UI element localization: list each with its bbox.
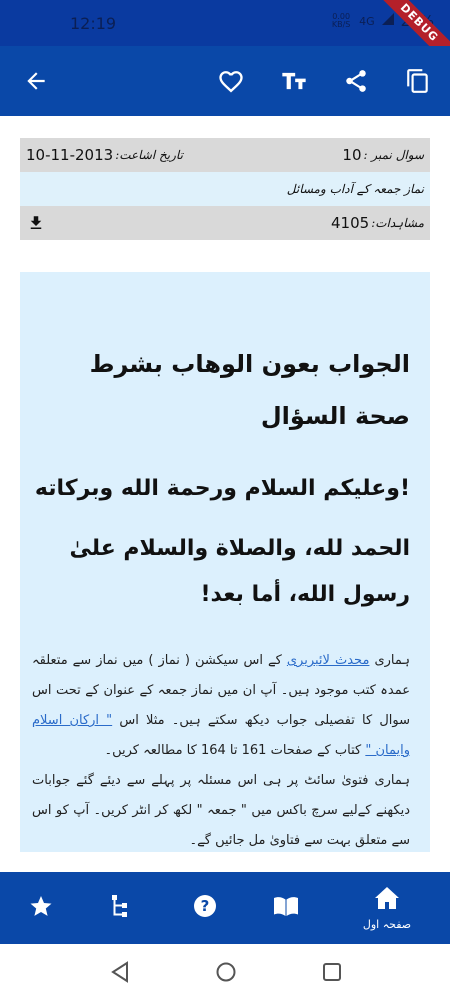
views-row: مشاہدات: 4105 [20, 206, 430, 240]
publish-date: تاریخ اشاعت: 10-11-2013 [26, 146, 183, 164]
question-number-value: 10 [342, 146, 362, 164]
net-speed: 0.00 KB/S [331, 12, 351, 29]
system-back-icon[interactable] [108, 960, 132, 984]
home-icon [374, 886, 400, 914]
download-icon[interactable] [26, 213, 46, 233]
sitemap-icon [109, 894, 131, 922]
nav-favorites[interactable] [16, 872, 66, 944]
question-number-label: سوال نمبر : [363, 148, 425, 162]
nav-home[interactable]: صفحہ اول [362, 872, 412, 944]
text-size-icon[interactable] [279, 66, 309, 96]
library-link[interactable]: محدث لائبریری [287, 653, 370, 668]
screen: 12:19 0.00 KB/S 4G 29% DEBUG [0, 0, 450, 1000]
status-time: 12:19 [70, 14, 117, 33]
signal-icon [381, 12, 395, 30]
answer-heading: الجواب بعون الوهاب بشرط صحة السؤال [89, 350, 410, 430]
book-open-icon [273, 895, 299, 921]
arrow-left-icon[interactable] [21, 66, 51, 96]
publish-date-value: 10-11-2013 [26, 146, 114, 164]
system-nav-bar [0, 944, 450, 1000]
bottom-nav: ? صفحہ اول [0, 872, 450, 944]
views-label: مشاہدات: [371, 216, 424, 230]
svg-text:?: ? [201, 897, 210, 915]
answer-paragraph-1: ہماری محدث لائبریری کے اس سیکشن ( نماز )… [32, 646, 410, 766]
question-meta-row: سوال نمبر : 10 تاریخ اشاعت: 10-11-2013 [20, 138, 430, 172]
network-type: 4G [359, 14, 375, 28]
nav-home-label: صفحہ اول [362, 917, 412, 931]
nav-books[interactable] [261, 872, 311, 944]
nav-categories[interactable] [95, 872, 145, 944]
system-home-icon[interactable] [214, 960, 238, 984]
answer-greeting: !وعلیکم السلام ورحمة الله وبرکاته [34, 476, 410, 501]
question-title: نماز جمعہ کے آداب ومسائل [286, 182, 424, 196]
status-bar: 12:19 0.00 KB/S 4G 29% DEBUG [0, 0, 450, 76]
help-circle-icon: ? [193, 894, 217, 922]
system-recent-icon[interactable] [320, 960, 344, 984]
star-icon [29, 894, 53, 922]
question-title-row: نماز جمعہ کے آداب ومسائل [20, 172, 430, 206]
answer-praise: الحمد لله، والصلاة والسلام علىٰ رسول الل… [69, 536, 411, 607]
answer-paragraph-2: ہماری فتویٰ سائٹ پر ہی اس مسئلہ پر پہلے … [32, 773, 410, 848]
copy-icon[interactable] [403, 66, 433, 96]
question-info: سوال نمبر : 10 تاریخ اشاعت: 10-11-2013 ن… [20, 138, 430, 240]
question-number: سوال نمبر : 10 [342, 146, 424, 164]
share-icon[interactable] [341, 66, 371, 96]
publish-date-label: تاریخ اشاعت: [115, 148, 183, 162]
nav-help[interactable]: ? [180, 872, 230, 944]
app-bar [0, 46, 450, 116]
answer-text-1a: ہماری [374, 653, 410, 668]
views-value: 4105 [331, 214, 370, 232]
views: مشاہدات: 4105 [331, 214, 424, 232]
heart-icon[interactable] [216, 66, 246, 96]
answer-text-1c: کتاب کے صفحات 161 تا 164 کا مطالعہ کریں۔ [104, 743, 362, 758]
answer-content: الجواب بعون الوهاب بشرط صحة السؤال !وعلی… [20, 272, 430, 852]
